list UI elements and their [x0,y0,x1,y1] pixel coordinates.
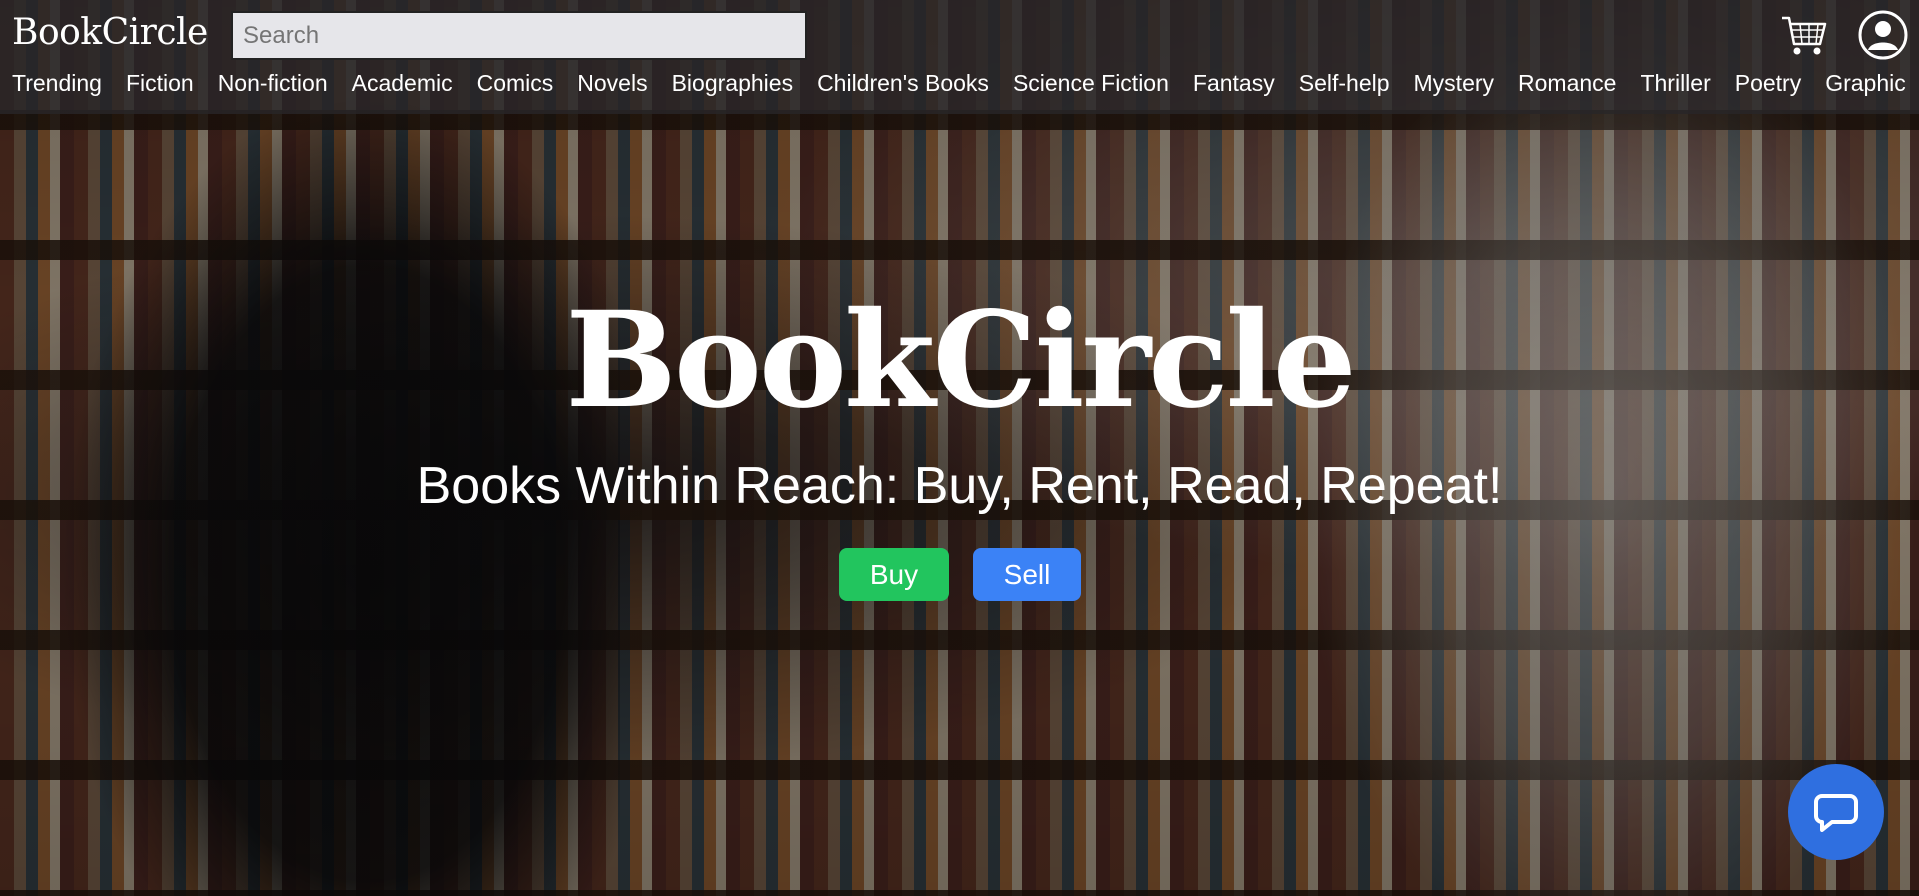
cart-icon[interactable] [1780,14,1828,58]
nav-item-comics[interactable]: Comics [477,70,554,102]
nav-item-poetry[interactable]: Poetry [1735,70,1801,102]
nav-item-fiction[interactable]: Fiction [126,70,194,102]
nav-item-academic[interactable]: Academic [352,70,453,102]
hero-subtitle: Books Within Reach: Buy, Rent, Read, Rep… [416,457,1503,515]
user-icon[interactable] [1858,10,1908,60]
chat-bubble-icon [1814,794,1858,832]
nav-item-mystery[interactable]: Mystery [1414,70,1495,102]
nav-item-novels[interactable]: Novels [577,70,647,102]
nav-item-self-help[interactable]: Self-help [1299,70,1390,102]
buy-button[interactable]: Buy [839,548,949,601]
nav-item-thriller[interactable]: Thriller [1640,70,1710,102]
nav-item-biographies[interactable]: Biographies [672,70,793,102]
category-nav: Trending Fiction Non-fiction Academic Co… [12,70,1907,102]
nav-item-childrens-books[interactable]: Children's Books [817,70,989,102]
top-header: BookCircle Trending Fiction Non-fiction … [0,0,1919,114]
page: BookCircle Trending Fiction Non-fiction … [0,0,1919,896]
chat-button[interactable] [1788,764,1884,860]
hero-overlay [0,0,1919,896]
site-logo[interactable]: BookCircle [12,12,208,53]
nav-item-non-fiction[interactable]: Non-fiction [218,70,328,102]
nav-item-science-fiction[interactable]: Science Fiction [1013,70,1169,102]
hero-title: BookCircle [565,283,1356,438]
nav-item-graphic-novels[interactable]: Graphic Novels [1825,70,1907,102]
search-input[interactable] [231,11,807,60]
nav-item-fantasy[interactable]: Fantasy [1193,70,1275,102]
nav-item-trending[interactable]: Trending [12,70,102,102]
sell-button[interactable]: Sell [973,548,1081,601]
nav-item-romance[interactable]: Romance [1518,70,1616,102]
